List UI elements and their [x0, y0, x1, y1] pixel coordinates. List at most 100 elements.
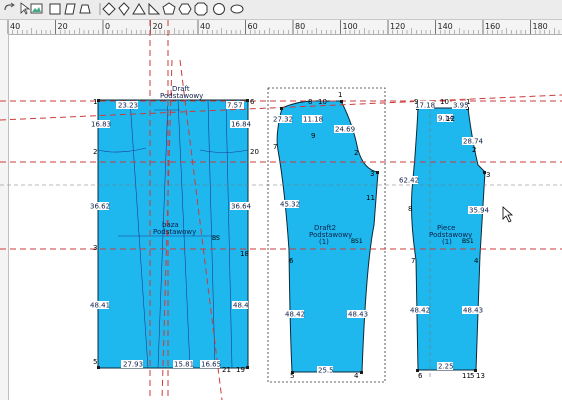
svg-text:62.42: 62.42 [399, 177, 419, 185]
svg-text:48.41: 48.41 [90, 302, 110, 310]
svg-text:25.5: 25.5 [318, 367, 334, 375]
piece-piece-bs: BS1 [462, 238, 474, 245]
ruler-label: 60 [248, 22, 258, 31]
measurement-label: 48.42 [284, 310, 305, 319]
svg-text:8: 8 [308, 98, 312, 106]
svg-text:6: 6 [418, 372, 423, 380]
svg-text:7.57: 7.57 [227, 102, 243, 110]
ruler-label: 140 [438, 22, 453, 31]
svg-text:11: 11 [462, 372, 471, 380]
svg-text:1: 1 [93, 98, 97, 106]
piece-baza-bs: BS [212, 235, 220, 242]
piece-piece-qty: (1) [442, 238, 452, 246]
svg-text:9: 9 [414, 98, 418, 106]
piece-draft2-subtitle: Podstawowy [309, 231, 352, 239]
svg-text:8: 8 [408, 205, 412, 213]
svg-text:16.83: 16.83 [91, 121, 111, 129]
svg-text:12: 12 [446, 115, 455, 123]
svg-text:48.4: 48.4 [233, 302, 249, 310]
svg-text:2: 2 [93, 148, 97, 156]
ruler-label: 0 [105, 22, 110, 31]
ruler-label: 20 [58, 22, 68, 31]
svg-text:18: 18 [240, 250, 249, 258]
measurement-label: 36.64 [230, 202, 252, 211]
ruler-label: 180 [533, 22, 548, 31]
svg-text:48.42: 48.42 [285, 311, 305, 319]
measurement-label: 15.81 [173, 360, 194, 369]
piece-baza-header-sub: Podstawowy [160, 92, 203, 100]
measurement-label: 62.42 [398, 176, 419, 185]
measurement-label: 16.83 [90, 120, 111, 129]
svg-text:10: 10 [440, 98, 449, 106]
measurement-label: 48.42 [409, 306, 430, 315]
measurement-label: 48.41 [89, 301, 110, 310]
svg-text:35.94: 35.94 [469, 207, 490, 215]
svg-text:3: 3 [93, 244, 97, 252]
measurement-label: 48.43 [462, 306, 483, 315]
measurement-label: 24.69 [334, 125, 355, 134]
svg-text:27.32: 27.32 [273, 116, 293, 124]
svg-text:28.74: 28.74 [463, 138, 484, 146]
svg-text:21: 21 [222, 366, 231, 374]
svg-text:10: 10 [318, 98, 327, 106]
svg-text:7: 7 [273, 143, 277, 151]
measurement-label: 2.25 [437, 362, 454, 371]
measurement-label: 36.62 [89, 202, 110, 211]
piece-draft2-qty: (1) [319, 238, 329, 246]
svg-text:7: 7 [411, 257, 415, 265]
measurement-label: 27.93 [121, 360, 143, 369]
measurement-label: 28.74 [462, 137, 484, 146]
svg-text:48.42: 48.42 [410, 307, 430, 315]
svg-text:36.62: 36.62 [90, 203, 110, 211]
svg-text:2: 2 [472, 146, 476, 154]
svg-text:5: 5 [290, 372, 294, 380]
measurement-label: 7.57 [226, 101, 244, 110]
svg-text:5: 5 [93, 358, 97, 366]
svg-text:3: 3 [370, 170, 374, 178]
svg-text:16.65: 16.65 [201, 361, 221, 369]
svg-text:13: 13 [476, 372, 485, 380]
svg-text:4: 4 [354, 372, 359, 380]
ruler-label: 40 [200, 22, 210, 31]
measurement-label: 48.43 [347, 310, 368, 319]
svg-text:6: 6 [289, 257, 294, 265]
piece-baza-subtitle: Podstawowy [153, 228, 196, 236]
svg-text:2: 2 [354, 149, 358, 157]
svg-text:16.84: 16.84 [231, 121, 252, 129]
measurement-label: 16.65 [200, 360, 221, 369]
measurement-label: 27.32 [272, 115, 293, 124]
measurement-label: 45.32 [279, 200, 300, 209]
measurement-label: 16.84 [230, 120, 252, 129]
svg-text:27.93: 27.93 [123, 361, 143, 369]
ruler-label: 40 [10, 22, 20, 31]
ruler-marks: 40 20 0 20 40 60 80 100 120 140 160 180 [7, 20, 560, 34]
svg-text:11.18: 11.18 [303, 116, 323, 124]
pattern-canvas[interactable]: 4020020406080100120140160180 [0, 0, 562, 400]
svg-text:36.64: 36.64 [231, 203, 252, 211]
mouse-cursor-icon [502, 206, 514, 223]
svg-text:6: 6 [250, 98, 255, 106]
ruler-label: 160 [485, 22, 500, 31]
svg-text:45.32: 45.32 [280, 201, 300, 209]
svg-text:4: 4 [474, 257, 479, 265]
measurement-label: 23.23 [116, 101, 138, 110]
svg-text:15.81: 15.81 [174, 361, 194, 369]
measurement-label: 11.18 [302, 115, 323, 124]
ruler-label: 100 [343, 22, 358, 31]
svg-text:2.25: 2.25 [438, 363, 454, 371]
svg-text:1: 1 [338, 91, 342, 99]
measurement-label: 35.94 [468, 206, 490, 215]
piece-draft2-bs: BS1 [351, 238, 363, 245]
svg-text:20: 20 [250, 148, 259, 156]
ruler-label: 80 [295, 22, 305, 31]
svg-text:11: 11 [366, 194, 375, 202]
svg-text:24.69: 24.69 [335, 126, 355, 134]
svg-text:48.43: 48.43 [463, 307, 483, 315]
svg-text:23.23: 23.23 [118, 102, 138, 110]
measurement-label: 48.4 [232, 301, 249, 310]
svg-text:19: 19 [236, 366, 245, 374]
measurement-label: 25.5 [317, 366, 334, 375]
ruler-label: 120 [390, 22, 405, 31]
ruler-label: 20 [153, 22, 163, 31]
svg-text:3: 3 [486, 171, 490, 179]
